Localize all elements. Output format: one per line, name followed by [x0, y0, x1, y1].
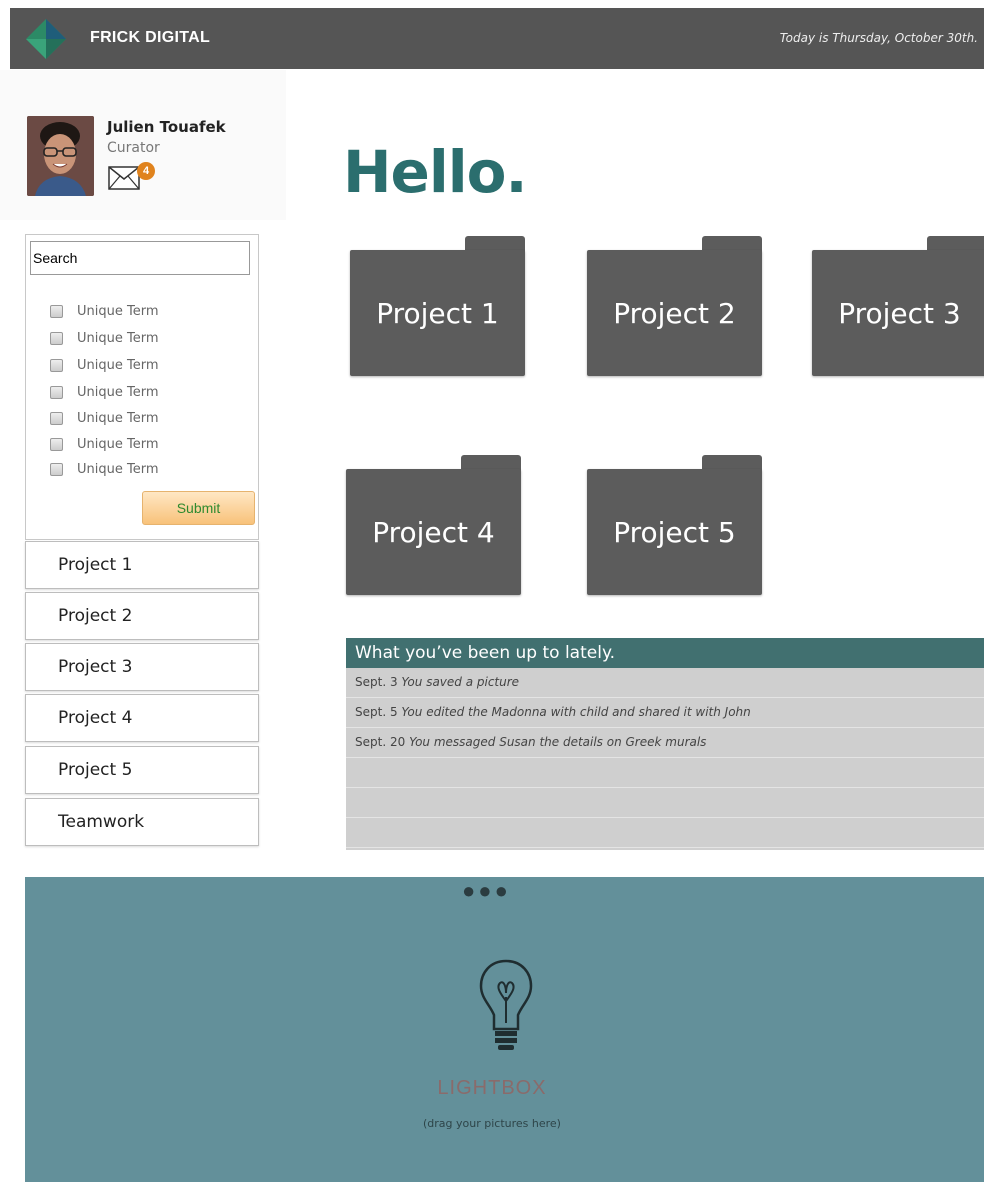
sidebar-item-project-3[interactable]: Project 3	[25, 643, 259, 691]
activity-empty-row	[346, 758, 984, 788]
project-folder-2[interactable]: Project 2	[587, 236, 762, 376]
term-checkbox-row[interactable]: Unique Term	[50, 434, 159, 454]
top-bar: FRICK DIGITAL Today is Thursday, October…	[10, 8, 984, 69]
diamond-logo-icon[interactable]	[26, 19, 66, 59]
folder-label: Project 4	[346, 469, 521, 595]
activity-text: You edited the Madonna with child and sh…	[401, 705, 751, 719]
activity-text: You saved a picture	[401, 675, 520, 689]
term-checkbox-row[interactable]: Unique Term	[50, 408, 159, 428]
term-label: Unique Term	[77, 357, 159, 373]
checkbox[interactable]	[50, 331, 63, 345]
lightbox-subtitle: (drag your pictures here)	[423, 1117, 561, 1130]
activity-item[interactable]: Sept. 20 You messaged Susan the details …	[346, 728, 984, 758]
search-panel: Unique Term Unique Term Unique Term Uniq…	[25, 234, 259, 540]
search-input[interactable]	[30, 241, 250, 275]
activity-date: Sept. 20	[355, 735, 406, 749]
project-folder-1[interactable]: Project 1	[350, 236, 525, 376]
brand-name[interactable]: FRICK DIGITAL	[90, 29, 210, 47]
term-label: Unique Term	[77, 461, 159, 477]
term-checkbox-row[interactable]: Unique Term	[50, 328, 159, 348]
lightbox-title: LIGHTBOX	[437, 1077, 547, 1099]
checkbox[interactable]	[50, 462, 63, 476]
term-label: Unique Term	[77, 330, 159, 346]
checkbox[interactable]	[50, 437, 63, 451]
folder-label: Project 3	[812, 250, 984, 376]
term-checkbox-row[interactable]: Unique Term	[50, 301, 159, 321]
checkbox[interactable]	[50, 411, 63, 425]
term-label: Unique Term	[77, 303, 159, 319]
activity-date: Sept. 5	[355, 705, 398, 719]
date-text: Today is Thursday, October 30th.	[779, 31, 978, 45]
sidebar-item-project-2[interactable]: Project 2	[25, 592, 259, 640]
sidebar-item-project-5[interactable]: Project 5	[25, 746, 259, 794]
folder-label: Project 5	[587, 469, 762, 595]
activity-item[interactable]: Sept. 3 You saved a picture	[346, 668, 984, 698]
term-label: Unique Term	[77, 384, 159, 400]
page-title: Hello.	[343, 138, 528, 206]
activity-item[interactable]: Sept. 5 You edited the Madonna with chil…	[346, 698, 984, 728]
activity-empty-row	[346, 818, 984, 848]
unread-badge: 4	[137, 162, 155, 180]
ellipsis-icon[interactable]: ●●●	[462, 880, 511, 902]
checkbox[interactable]	[50, 304, 63, 318]
term-label: Unique Term	[77, 436, 159, 452]
term-checkbox-row[interactable]: Unique Term	[50, 382, 159, 402]
user-name: Julien Touafek	[107, 118, 226, 136]
sidebar-item-project-1[interactable]: Project 1	[25, 541, 259, 589]
project-folder-5[interactable]: Project 5	[587, 455, 762, 595]
activity-empty-row	[346, 788, 984, 818]
activity-date: Sept. 3	[355, 675, 398, 689]
folder-label: Project 2	[587, 250, 762, 376]
activity-title: What you’ve been up to lately.	[346, 638, 984, 668]
checkbox[interactable]	[50, 358, 63, 372]
sidebar-item-project-4[interactable]: Project 4	[25, 694, 259, 742]
activity-feed: What you’ve been up to lately. Sept. 3 Y…	[346, 638, 984, 850]
term-checkbox-row[interactable]: Unique Term	[50, 355, 159, 375]
folder-label: Project 1	[350, 250, 525, 376]
project-folder-4[interactable]: Project 4	[346, 455, 521, 595]
lightbulb-icon	[479, 959, 533, 1050]
user-role: Curator	[107, 140, 160, 156]
envelope-icon[interactable]	[108, 166, 140, 190]
term-checkbox-row[interactable]: Unique Term	[50, 459, 159, 479]
avatar[interactable]	[27, 116, 94, 196]
term-label: Unique Term	[77, 410, 159, 426]
submit-button[interactable]: Submit	[142, 491, 255, 525]
checkbox[interactable]	[50, 385, 63, 399]
sidebar-item-teamwork[interactable]: Teamwork	[25, 798, 259, 846]
project-folder-3[interactable]: Project 3	[812, 236, 984, 376]
activity-text: You messaged Susan the details on Greek …	[409, 735, 707, 749]
